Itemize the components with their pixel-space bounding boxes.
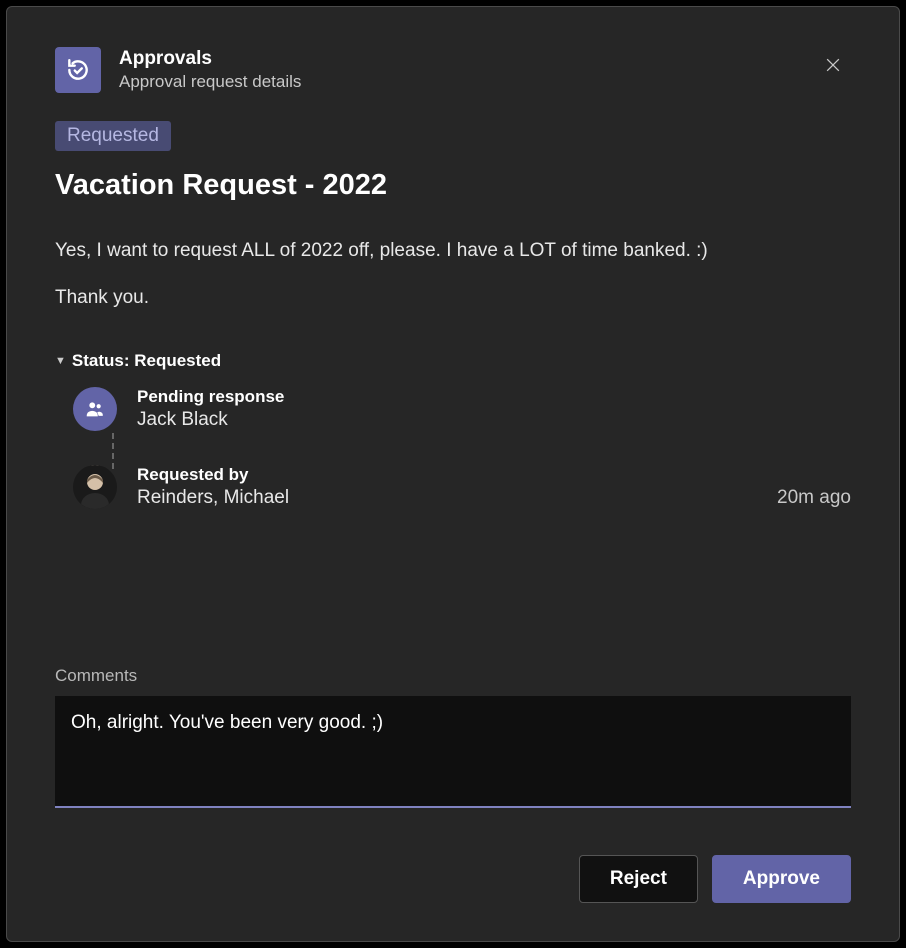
- timeline-item-requested: Requested by Reinders, Michael 20m ago: [73, 465, 851, 509]
- status-header-text: Status: Requested: [72, 351, 221, 371]
- close-button[interactable]: [823, 55, 851, 83]
- action-buttons: Reject Approve: [55, 855, 851, 903]
- approve-button[interactable]: Approve: [712, 855, 851, 903]
- timeline-name: Jack Black: [137, 409, 284, 431]
- reject-button[interactable]: Reject: [579, 855, 698, 903]
- comments-section: Comments: [55, 666, 851, 813]
- timeline-name: Reinders, Michael: [137, 487, 289, 509]
- close-icon: [823, 55, 843, 75]
- caret-down-icon: ▼: [55, 355, 66, 367]
- people-icon: [84, 398, 106, 420]
- request-description: Yes, I want to request ALL of 2022 off, …: [55, 238, 851, 265]
- status-section: ▼ Status: Requested Pending response Jac…: [55, 351, 851, 509]
- approval-dialog: Approvals Approval request details Reque…: [6, 6, 900, 942]
- status-timeline: Pending response Jack Black Requested by…: [55, 387, 851, 509]
- app-title: Approvals: [119, 48, 301, 71]
- request-title: Vacation Request - 2022: [55, 169, 851, 202]
- status-toggle[interactable]: ▼ Status: Requested: [55, 351, 851, 371]
- person-icon-avatar: [73, 387, 117, 431]
- status-badge: Requested: [55, 121, 171, 151]
- timeline-label: Requested by: [137, 465, 289, 485]
- timeline-connector: [112, 433, 114, 469]
- timeline-label: Pending response: [137, 387, 284, 407]
- comments-label: Comments: [55, 666, 851, 686]
- user-avatar: [73, 465, 117, 509]
- request-thanks: Thank you.: [55, 287, 851, 309]
- approvals-app-icon: [55, 47, 101, 93]
- timeline-item-pending: Pending response Jack Black: [73, 387, 851, 465]
- app-subtitle: Approval request details: [119, 72, 301, 92]
- dialog-header: Approvals Approval request details: [55, 47, 851, 93]
- comments-input[interactable]: [55, 696, 851, 808]
- timeline-timestamp: 20m ago: [777, 487, 851, 509]
